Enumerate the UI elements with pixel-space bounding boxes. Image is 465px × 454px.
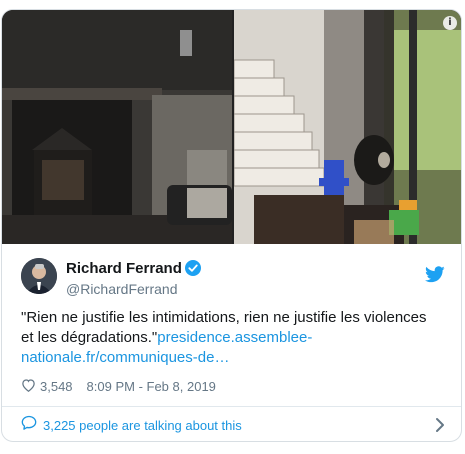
photo-fireplace-room[interactable]	[2, 10, 232, 244]
tweet-media[interactable]: i	[2, 10, 462, 244]
author-name-row[interactable]: Richard Ferrand	[66, 260, 201, 280]
chevron-right-icon[interactable]	[435, 417, 445, 438]
author-name[interactable]: Richard Ferrand	[66, 260, 182, 277]
tweet-timestamp[interactable]: 8:09 PM - Feb 8, 2019	[87, 379, 216, 394]
speech-bubble-icon	[21, 415, 37, 435]
avatar[interactable]	[21, 258, 57, 294]
tweet-link-part2[interactable]: nationale.fr/communiques-de…	[21, 349, 229, 366]
conversation-link[interactable]: 3,225 people are talking about this	[2, 407, 461, 441]
verified-badge-icon	[184, 260, 201, 280]
tweet-card: i Richard Ferrand @RichardFerrand "Rien …	[1, 9, 462, 442]
author-handle[interactable]: @RichardFerrand	[66, 281, 177, 297]
tweet-link-part1[interactable]: presidence.assemblee-	[157, 329, 312, 346]
tweet-text: "Rien ne justifie les intimidations, rie…	[21, 308, 441, 368]
tweet-meta: 3,548 8:09 PM - Feb 8, 2019	[21, 378, 216, 395]
heart-icon[interactable]	[21, 378, 36, 395]
photo-burnt-staircase[interactable]	[234, 10, 462, 244]
twitter-bird-icon[interactable]	[425, 266, 445, 288]
info-icon[interactable]: i	[443, 16, 457, 30]
conversation-label[interactable]: 3,225 people are talking about this	[43, 418, 242, 433]
like-count[interactable]: 3,548	[40, 379, 73, 394]
tweet-author: Richard Ferrand @RichardFerrand	[2, 244, 461, 304]
